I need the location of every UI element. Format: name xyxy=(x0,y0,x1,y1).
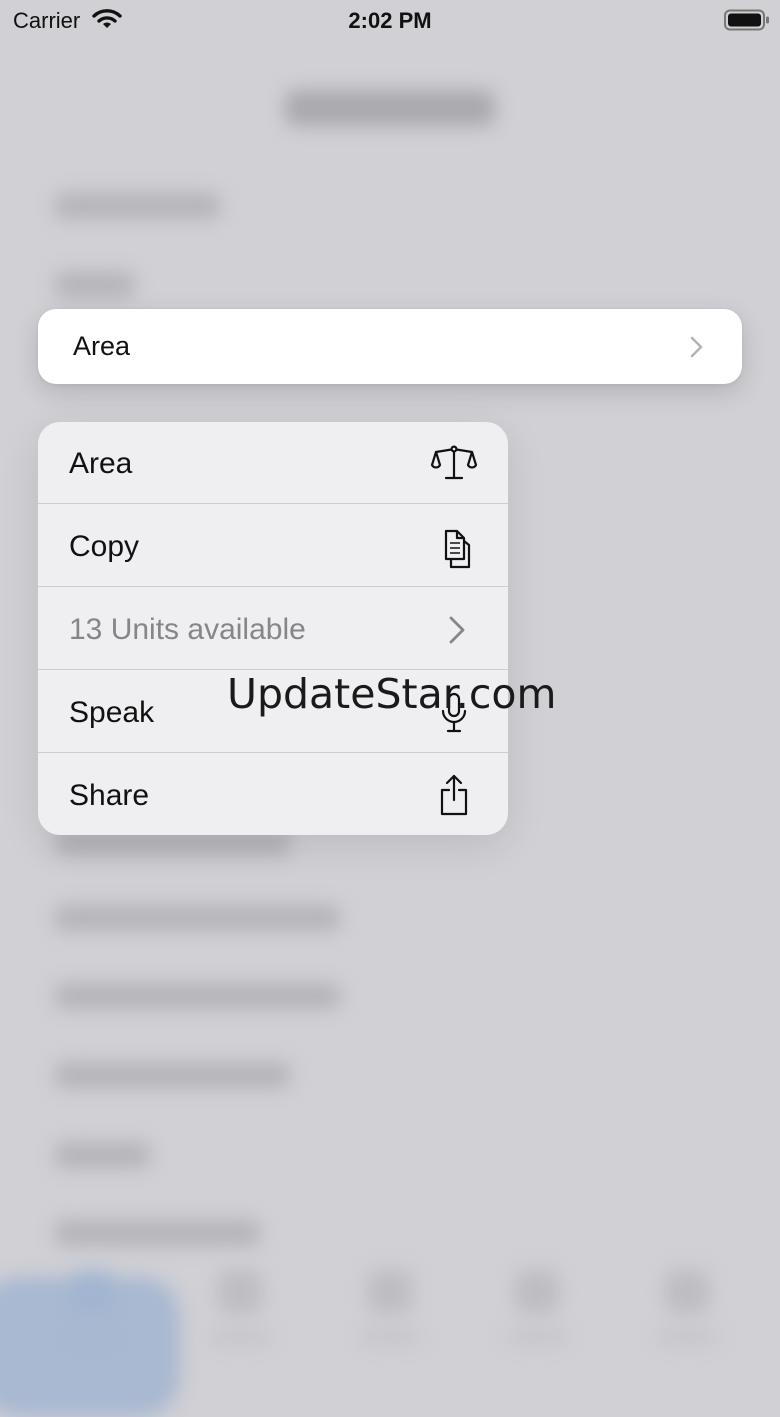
context-menu: Area Copy 13 Units available Speak Share xyxy=(38,422,508,835)
status-bar: Carrier 2:02 PM xyxy=(0,0,780,40)
menu-item-label: Speak xyxy=(69,696,155,729)
preview-row-area[interactable]: Area xyxy=(38,309,742,384)
menu-item-label: Area xyxy=(69,447,133,480)
menu-item-units-available[interactable]: 13 Units available xyxy=(38,588,508,670)
chevron-right-icon xyxy=(430,606,478,654)
background-title-blur xyxy=(285,90,495,126)
menu-item-label: Copy xyxy=(69,530,140,563)
menu-item-copy[interactable]: Copy xyxy=(38,505,508,587)
watermark-text: UpdateStar.com xyxy=(227,670,557,718)
scale-icon xyxy=(430,440,478,488)
menu-item-label: Share xyxy=(69,779,150,812)
status-time: 2:02 PM xyxy=(348,8,432,33)
chevron-right-icon xyxy=(686,335,706,364)
menu-item-label: 13 Units available xyxy=(69,613,306,646)
menu-item-share[interactable]: Share xyxy=(38,754,508,835)
preview-row-label: Area xyxy=(73,331,131,361)
copy-icon xyxy=(430,523,478,571)
battery-icon xyxy=(724,9,770,36)
share-icon xyxy=(430,772,478,820)
menu-item-area[interactable]: Area xyxy=(38,422,508,504)
